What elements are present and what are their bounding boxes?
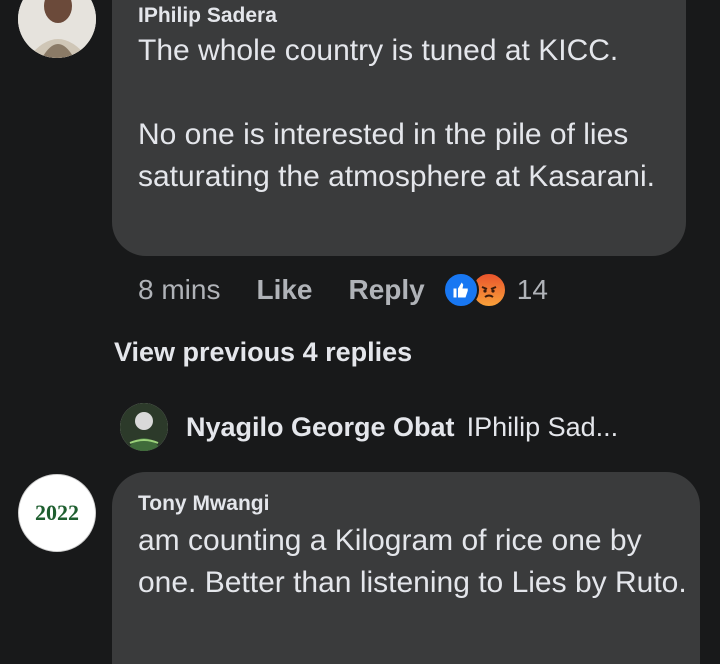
view-previous-replies-link[interactable]: View previous 4 replies	[114, 337, 412, 368]
person-photo-icon	[120, 403, 168, 451]
reply-button[interactable]: Reply	[349, 274, 425, 306]
comment-author[interactable]: IPhilip Sadera	[138, 4, 277, 28]
reply-preview[interactable]: Nyagilo George Obat IPhilip Sad...	[120, 402, 618, 452]
reaction-count: 14	[516, 274, 548, 305]
like-reaction-icon	[442, 272, 479, 308]
avatar-year-text: 2022	[35, 500, 79, 525]
person-photo-icon	[18, 0, 96, 58]
comment-bubble: Tony Mwangi am counting a Kilogram of ri…	[112, 472, 700, 664]
reactions[interactable]: 14	[442, 272, 548, 308]
avatar-nyagilo-george	[120, 403, 168, 451]
comment-time[interactable]: 8 mins	[138, 274, 220, 306]
comment-author[interactable]: Tony Mwangi	[138, 492, 269, 516]
comment-meta: 8 mins Like Reply 14	[138, 272, 548, 308]
comment-text: The whole country is tuned at KICC. No o…	[138, 34, 655, 193]
comment-bubble: IPhilip Sadera The whole country is tune…	[112, 0, 686, 256]
reply-snippet: IPhilip Sad...	[466, 411, 619, 442]
comment-text: am counting a Kilogram of rice one by on…	[138, 524, 687, 599]
reply-author[interactable]: Nyagilo George Obat	[186, 412, 455, 443]
avatar-tony-mwangi[interactable]: 2022	[18, 474, 96, 552]
like-button[interactable]: Like	[256, 274, 312, 306]
avatar-philip-sadera[interactable]	[18, 0, 96, 58]
